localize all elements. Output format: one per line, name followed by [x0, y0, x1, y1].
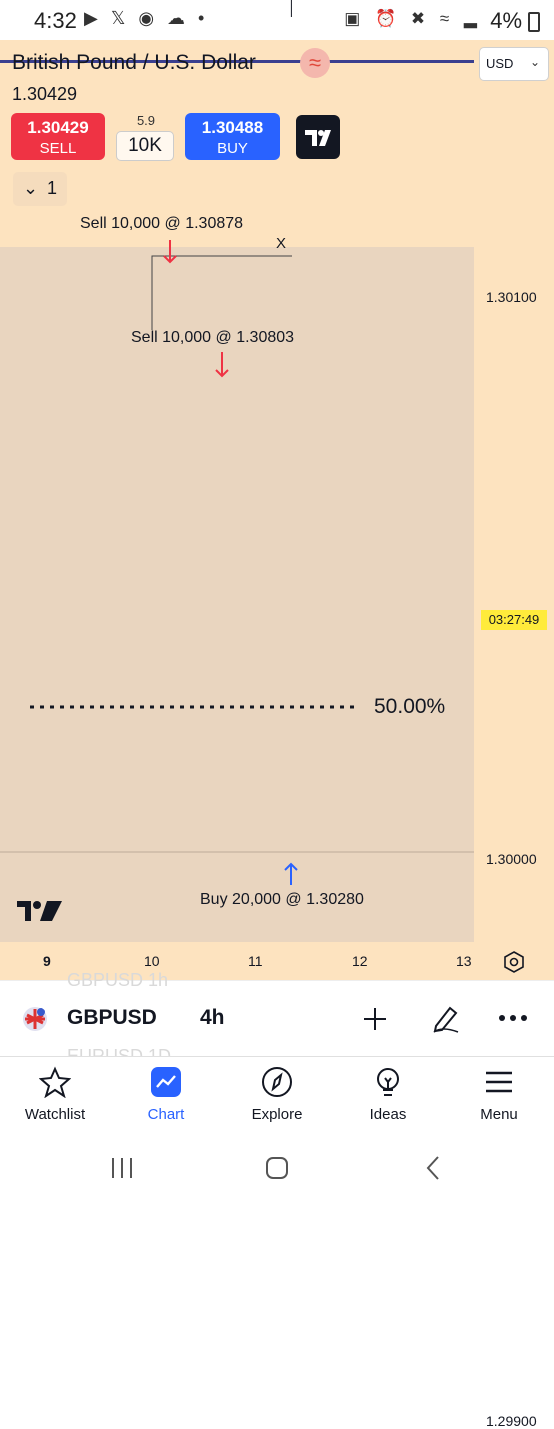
collapse-count: 1: [47, 178, 58, 198]
compass-icon: [262, 1067, 292, 1097]
pencil-icon[interactable]: [430, 1002, 462, 1034]
nav-label: Chart: [147, 1106, 185, 1123]
time-tick: 12: [352, 953, 368, 969]
battery-level: 4%: [490, 8, 522, 33]
buy-button[interactable]: 1.30488 BUY: [185, 113, 280, 160]
nav-ideas[interactable]: Ideas: [333, 1056, 443, 1140]
time-tick: 11: [248, 953, 263, 969]
recent-apps-icon[interactable]: [110, 1156, 134, 1180]
currency-select[interactable]: USD ⌄: [479, 47, 549, 81]
home-icon[interactable]: [264, 1155, 290, 1181]
last-price: 1.30429: [12, 84, 78, 104]
position-line: [151, 255, 292, 330]
nav-label: Ideas: [369, 1106, 407, 1123]
tradingview-logo-icon: [305, 130, 331, 146]
star-icon: [39, 1066, 71, 1098]
bar-countdown: 03:27:49: [481, 610, 547, 630]
buy-price: 1.30488: [201, 118, 264, 137]
wave-icon[interactable]: ≈: [300, 48, 330, 78]
add-icon[interactable]: [361, 1005, 389, 1033]
buy-label: BUY: [217, 140, 248, 157]
sell-button[interactable]: 1.30429 SELL: [11, 113, 105, 160]
sell-price: 1.30429: [27, 118, 89, 137]
battery-icon: [528, 12, 540, 32]
fib-level-label: 50.00%: [374, 695, 446, 718]
chevron-down-icon: ⌄: [529, 55, 540, 69]
nav-menu[interactable]: Menu: [444, 1056, 554, 1140]
tradingview-logo-button[interactable]: [296, 115, 340, 159]
nav-watchlist[interactable]: Watchlist: [0, 1056, 110, 1140]
order-label[interactable]: Buy 20,000 @ 1.30280: [200, 891, 364, 909]
lightbulb-icon: [377, 1068, 399, 1096]
system-navigation: [0, 1140, 554, 1200]
flag-icon: [23, 1007, 47, 1031]
price-tick: 1.30100: [486, 289, 537, 305]
nav-chart[interactable]: Chart: [111, 1056, 221, 1140]
back-icon[interactable]: [422, 1155, 444, 1181]
settings-icon[interactable]: [502, 950, 526, 974]
order-label[interactable]: Sell 10,000 @ 1.30878: [80, 215, 243, 233]
price-tick: 1.29900: [486, 1413, 537, 1429]
sell-label: SELL: [39, 140, 77, 157]
order-label[interactable]: Sell 10,000 @ 1.30803: [131, 329, 294, 347]
ghost-symbol-above: GBPUSD 1h: [67, 970, 169, 990]
price-axis[interactable]: [474, 40, 554, 942]
collapse-indicators-button[interactable]: ⌄ 1: [13, 172, 67, 206]
nav-label: Menu: [480, 1106, 518, 1123]
pair-name[interactable]: GBPUSD: [67, 1006, 157, 1030]
timeframe-button[interactable]: 4h: [200, 1006, 225, 1030]
menu-icon: [486, 1071, 512, 1093]
nav-explore[interactable]: Explore: [222, 1056, 332, 1140]
close-position-marker[interactable]: X: [276, 235, 286, 252]
time-tick: 9: [43, 953, 51, 969]
nav-label: Watchlist: [24, 1106, 86, 1123]
tradingview-watermark-icon: [17, 901, 62, 921]
nav-label: Explore: [251, 1106, 303, 1123]
time-tick: 10: [144, 953, 160, 969]
chevron-down-icon: ⌄: [23, 178, 39, 198]
time-tick: 13: [456, 953, 472, 969]
currency-value: USD: [486, 56, 514, 71]
quantity-field[interactable]: 10K: [116, 131, 174, 161]
symbol-title: British Pound / U.S. Dollar: [12, 51, 256, 74]
price-tick: 1.30000: [486, 851, 537, 867]
chart-icon: [151, 1067, 181, 1097]
more-icon[interactable]: [498, 1012, 528, 1024]
spread-value: 5.9: [136, 113, 156, 128]
